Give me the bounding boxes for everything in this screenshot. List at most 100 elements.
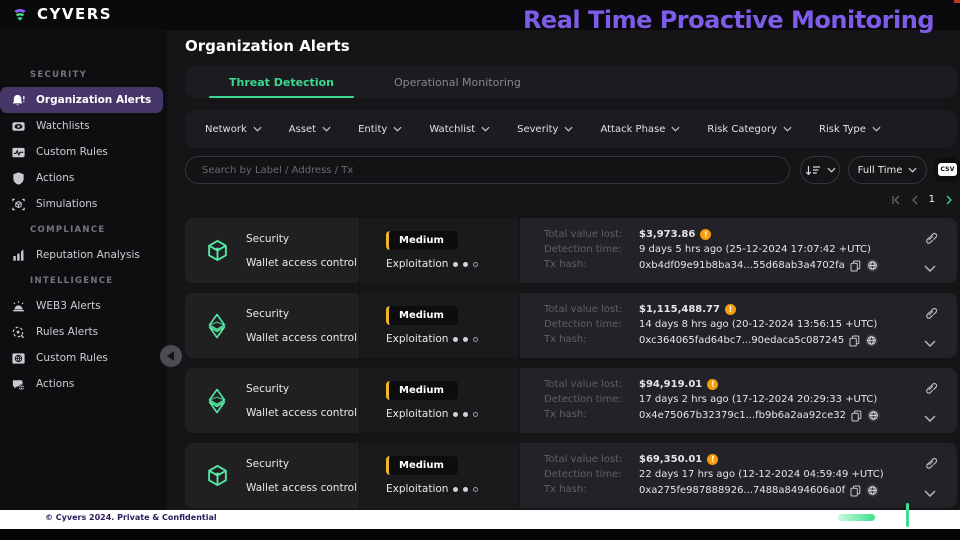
filter-dropdown[interactable]: Risk Category — [707, 124, 792, 135]
sidebar-item-watchlists[interactable]: Watchlists — [0, 113, 167, 139]
alert-row-actions — [903, 218, 957, 283]
alert-row[interactable]: Security Wallet access control Medium Ex… — [185, 368, 957, 433]
sidebar-item-rules-alerts[interactable]: Rules Alerts — [0, 319, 167, 345]
chat-globe-icon — [11, 377, 26, 392]
sidebar-item-label: Custom Rules — [36, 146, 108, 158]
tx-hash-label: Tx hash: — [544, 484, 639, 497]
sidebar-item-simulations[interactable]: Simulations — [0, 191, 167, 217]
sort-button[interactable] — [800, 156, 840, 184]
attack-phase-label: Exploitation — [386, 333, 448, 345]
alert-row[interactable]: Security Wallet access control Medium Ex… — [185, 443, 957, 508]
chevron-down-icon — [322, 126, 331, 132]
detection-time-value: 14 days 8 hrs ago (20-12-2024 13:56:15 +… — [639, 319, 903, 330]
explorer-globe-icon[interactable] — [866, 484, 879, 497]
filter-label: Entity — [358, 124, 387, 135]
explorer-globe-icon[interactable] — [865, 334, 878, 347]
logo-text: CYVERS — [37, 5, 112, 23]
warning-icon: ! — [700, 229, 711, 240]
time-range-dropdown[interactable]: Full Time — [848, 156, 927, 184]
chevron-down-icon — [253, 126, 262, 132]
copy-icon[interactable] — [851, 410, 862, 422]
tab-operational-monitoring[interactable]: Operational Monitoring — [364, 66, 551, 98]
warning-icon: ! — [707, 379, 718, 390]
filter-dropdown[interactable]: Severity — [517, 124, 573, 135]
eth-chain-icon — [206, 313, 228, 339]
explorer-globe-icon[interactable] — [866, 259, 879, 272]
sidebar-item-custom-rules-security[interactable]: Custom Rules — [0, 139, 167, 165]
alert-type: Wallet access control — [246, 482, 357, 494]
filter-dropdown[interactable]: Asset — [289, 124, 331, 135]
copy-icon[interactable] — [850, 485, 861, 497]
filter-bar: Network Asset Entity Watchlist Severity … — [185, 110, 957, 148]
phase-dot-empty — [473, 337, 478, 342]
alert-row[interactable]: Security Wallet access control Medium Ex… — [185, 218, 957, 283]
total-value-lost-label: Total value lost: — [544, 229, 639, 240]
bnb-chain-icon — [206, 239, 229, 262]
eth-chain-icon — [206, 388, 228, 414]
current-page-number[interactable]: 1 — [929, 194, 935, 205]
copy-icon[interactable] — [849, 335, 860, 347]
alert-list: Security Wallet access control Medium Ex… — [185, 218, 957, 508]
phase-progress-dots — [448, 333, 478, 345]
severity-label: Medium — [399, 235, 444, 246]
alert-row-details: Total value lost: $3,973.86 ! Detection … — [520, 218, 903, 283]
bnb-chain-icon — [206, 464, 229, 487]
chevron-down-icon — [783, 126, 792, 132]
next-page-icon[interactable] — [944, 195, 954, 205]
phase-progress-dots — [448, 483, 478, 495]
link-icon[interactable] — [924, 381, 937, 394]
tab-threat-detection[interactable]: Threat Detection — [199, 66, 364, 98]
alert-row-actions — [903, 293, 957, 358]
copy-icon[interactable] — [850, 260, 861, 272]
first-page-icon[interactable] — [891, 195, 901, 205]
cyvers-logo[interactable]: CYVERS — [10, 4, 112, 24]
sidebar-item-actions-intelligence[interactable]: Actions — [0, 371, 167, 397]
link-icon[interactable] — [924, 306, 937, 319]
cyvers-logo-icon — [10, 4, 30, 24]
severity-badge: Medium — [386, 306, 458, 325]
time-range-label: Full Time — [858, 165, 903, 176]
warning-icon: ! — [725, 304, 736, 315]
search-input[interactable] — [185, 156, 790, 184]
expand-chevron-icon[interactable] — [924, 340, 936, 347]
explorer-globe-icon[interactable] — [867, 409, 880, 422]
tx-hash-label: Tx hash: — [544, 259, 639, 272]
sidebar-item-actions-security[interactable]: Actions — [0, 165, 167, 191]
expand-chevron-icon[interactable] — [924, 265, 936, 272]
csv-icon: CSV — [938, 163, 956, 176]
sidebar-item-web3-alerts[interactable]: WEB3 Alerts — [0, 293, 167, 319]
chain-icon-wrap — [205, 388, 229, 414]
sidebar-item-label: Custom Rules — [36, 352, 108, 364]
copyright-text: © Cyvers 2024. Private & Confidential — [45, 513, 217, 522]
severity-label: Medium — [399, 310, 444, 321]
eye-icon — [11, 119, 26, 134]
pulse-chart-icon — [11, 145, 26, 160]
tx-hash-label: Tx hash: — [544, 334, 639, 347]
sidebar-item-organization-alerts[interactable]: Organization Alerts — [0, 87, 163, 113]
alert-row[interactable]: Security Wallet access control Medium Ex… — [185, 293, 957, 358]
chevron-down-icon — [564, 126, 573, 132]
link-icon[interactable] — [924, 456, 937, 469]
expand-chevron-icon[interactable] — [924, 490, 936, 497]
expand-chevron-icon[interactable] — [924, 415, 936, 422]
export-csv-button[interactable]: CSV — [935, 157, 960, 182]
filter-dropdown[interactable]: Attack Phase — [600, 124, 680, 135]
decoration-red-mark — [954, 0, 960, 3]
alert-type: Wallet access control — [246, 332, 357, 344]
link-icon[interactable] — [924, 231, 937, 244]
prev-page-icon[interactable] — [910, 195, 920, 205]
sidebar-item-custom-rules-intelligence[interactable]: Custom Rules — [0, 345, 167, 371]
filter-dropdown[interactable]: Watchlist — [429, 124, 490, 135]
filter-dropdown[interactable]: Network — [205, 124, 262, 135]
tab-label: Operational Monitoring — [394, 76, 521, 89]
alert-row-identity: Security Wallet access control — [185, 218, 360, 283]
filter-dropdown[interactable]: Risk Type — [819, 124, 881, 135]
sidebar-collapse-button[interactable] — [160, 345, 182, 367]
detection-time-label: Detection time: — [544, 469, 639, 480]
chevron-down-icon — [908, 167, 917, 173]
total-value-lost-label: Total value lost: — [544, 304, 639, 315]
sidebar-item-reputation-analysis[interactable]: Reputation Analysis — [0, 242, 167, 268]
chevron-down-icon — [872, 126, 881, 132]
filter-dropdown[interactable]: Entity — [358, 124, 402, 135]
alert-row-actions — [903, 368, 957, 433]
